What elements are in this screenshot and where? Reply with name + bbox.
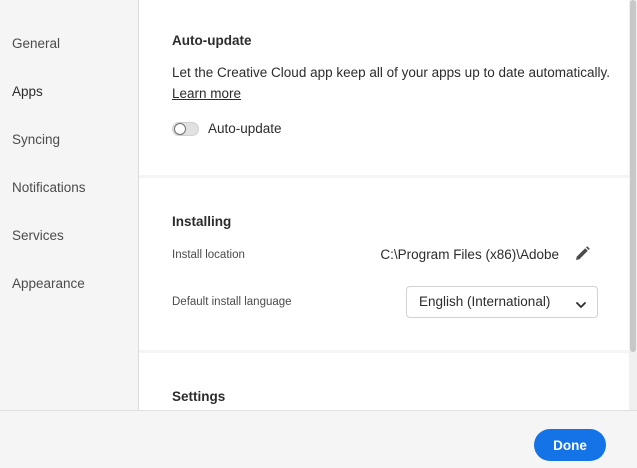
- sidebar-item-syncing[interactable]: Syncing: [12, 132, 60, 147]
- settings-title: Settings: [172, 389, 226, 404]
- sidebar-item-apps[interactable]: Apps: [12, 84, 43, 99]
- sidebar-item-notifications[interactable]: Notifications: [12, 180, 86, 195]
- pencil-icon[interactable]: [573, 245, 591, 263]
- install-location-value: C:\Program Files (x86)\Adobe: [380, 247, 559, 262]
- footer: Done: [0, 410, 637, 468]
- install-language-value: English (International): [419, 294, 551, 309]
- install-location-label: Install location: [172, 249, 245, 261]
- sidebar-item-general[interactable]: General: [12, 36, 60, 51]
- install-language-dropdown[interactable]: English (International): [406, 286, 598, 318]
- auto-update-toggle[interactable]: [172, 122, 199, 136]
- sidebar-item-services[interactable]: Services: [12, 228, 64, 243]
- scrollbar-thumb[interactable]: [630, 0, 636, 352]
- learn-more-link[interactable]: Learn more: [172, 86, 241, 101]
- auto-update-toggle-label: Auto-update: [208, 121, 282, 136]
- chevron-down-icon: [575, 297, 587, 308]
- auto-update-description: Let the Creative Cloud app keep all of y…: [172, 62, 612, 104]
- installing-panel: Installing Install location C:\Program F…: [139, 178, 629, 350]
- sidebar: General Apps Syncing Notifications Servi…: [0, 0, 139, 410]
- scrollbar[interactable]: [629, 0, 637, 410]
- auto-update-description-text: Let the Creative Cloud app keep all of y…: [172, 65, 611, 80]
- auto-update-panel: Auto-update Let the Creative Cloud app k…: [139, 0, 629, 175]
- done-button[interactable]: Done: [534, 429, 606, 461]
- sidebar-item-appearance[interactable]: Appearance: [12, 276, 85, 291]
- installing-title: Installing: [172, 214, 232, 229]
- toggle-knob: [174, 123, 186, 135]
- auto-update-title: Auto-update: [172, 33, 252, 48]
- default-install-language-label: Default install language: [172, 296, 292, 308]
- settings-panel: Settings: [139, 353, 629, 410]
- settings-content: Auto-update Let the Creative Cloud app k…: [139, 0, 629, 410]
